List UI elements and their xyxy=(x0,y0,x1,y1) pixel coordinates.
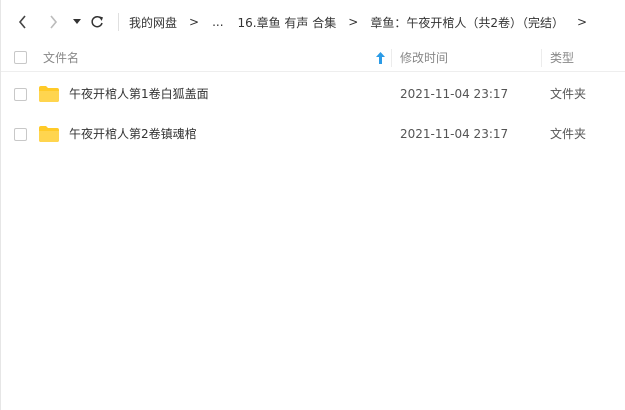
chevron-right-icon xyxy=(50,15,58,29)
folder-icon xyxy=(39,86,59,102)
column-separator[interactable] xyxy=(391,49,392,67)
breadcrumb-item-ellipsis[interactable]: ... xyxy=(212,15,223,29)
column-separator[interactable] xyxy=(541,49,542,67)
row-checkbox[interactable] xyxy=(14,88,27,101)
file-modified: 2021-11-04 23:17 xyxy=(400,87,509,101)
breadcrumb-separator: > xyxy=(576,15,588,29)
history-dropdown-button[interactable] xyxy=(71,11,83,33)
sort-arrow-up-icon[interactable] xyxy=(376,52,385,64)
column-header-name[interactable]: 文件名 xyxy=(43,51,79,65)
row-checkbox[interactable] xyxy=(14,128,27,141)
breadcrumb-item-root[interactable]: 我的网盘 xyxy=(129,14,177,31)
nav-divider xyxy=(118,13,119,31)
breadcrumb-separator: > xyxy=(189,15,200,29)
breadcrumb-item-collection[interactable]: 16.章鱼 有声 合集 xyxy=(238,14,337,31)
file-type: 文件夹 xyxy=(550,127,587,141)
caret-down-icon xyxy=(73,19,81,24)
chevron-left-icon xyxy=(18,15,26,29)
breadcrumb: 我的网盘 > ... 16.章鱼 有声 合集 > 章鱼：午夜开棺人（共2卷）（完… xyxy=(129,0,587,44)
file-row[interactable]: 午夜开棺人第2卷镇魂棺 2021-11-04 23:17 文件夹 xyxy=(1,114,625,154)
file-modified: 2021-11-04 23:17 xyxy=(400,127,509,141)
file-row[interactable]: 午夜开棺人第1卷白狐盖面 2021-11-04 23:17 文件夹 xyxy=(1,74,625,114)
file-browser-window: 我的网盘 > ... 16.章鱼 有声 合集 > 章鱼：午夜开棺人（共2卷）（完… xyxy=(0,0,625,410)
breadcrumb-item-current[interactable]: 章鱼：午夜开棺人（共2卷）（完结） xyxy=(370,14,564,31)
refresh-button[interactable] xyxy=(89,11,105,33)
file-list-header: 文件名 修改时间 类型 xyxy=(1,44,625,72)
navigation-bar: 我的网盘 > ... 16.章鱼 有声 合集 > 章鱼：午夜开棺人（共2卷）（完… xyxy=(1,0,625,44)
refresh-icon xyxy=(91,15,103,28)
back-button[interactable] xyxy=(15,11,31,33)
file-type: 文件夹 xyxy=(550,87,587,101)
column-header-modified[interactable]: 修改时间 xyxy=(400,51,448,65)
breadcrumb-separator: > xyxy=(348,15,359,29)
file-name[interactable]: 午夜开棺人第2卷镇魂棺 xyxy=(69,127,197,141)
folder-icon xyxy=(39,126,59,142)
select-all-checkbox[interactable] xyxy=(14,51,27,64)
forward-button[interactable] xyxy=(45,11,61,33)
file-name[interactable]: 午夜开棺人第1卷白狐盖面 xyxy=(69,87,209,101)
column-header-type[interactable]: 类型 xyxy=(550,51,574,65)
